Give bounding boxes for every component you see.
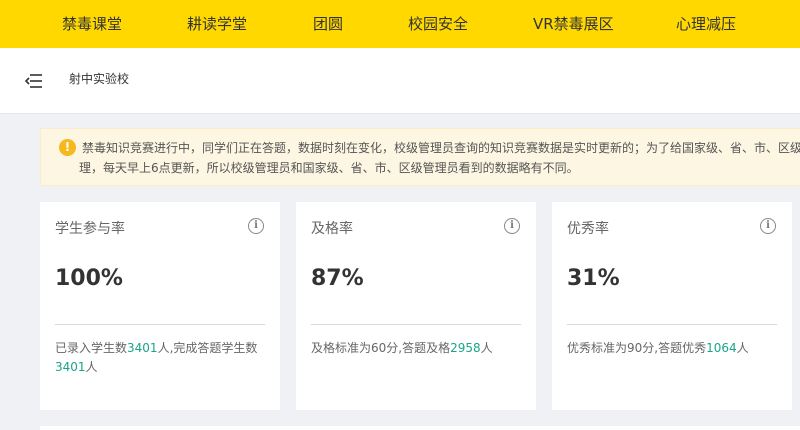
card-value: 87% <box>311 266 364 291</box>
pass-rate-card: 及格率 i 87% 及格标准为60分,答题及格2958人 <box>296 202 536 410</box>
sub-header: 射中实验校 <box>0 48 800 114</box>
divider <box>311 324 521 325</box>
desc-text: 人 <box>736 341 749 355</box>
card-description: 优秀标准为90分,答题优秀1064人 <box>567 339 785 358</box>
nav-item-stress-relief[interactable]: 心理减压 <box>676 0 736 48</box>
desc-count: 1064 <box>706 341 737 355</box>
desc-text: 优秀标准为90分,答题优秀 <box>567 341 707 355</box>
card-description: 已录入学生数3401人,完成答题学生数3401人 <box>55 339 273 377</box>
excellent-rate-card: 优秀率 i 31% 优秀标准为90分,答题优秀1064人 <box>552 202 792 410</box>
notice-text: 禁毒知识竞赛进行中，同学们正在答题，数据时刻在变化，校级管理员查询的知识竞赛数据… <box>79 138 800 178</box>
info-icon[interactable]: i <box>760 218 776 234</box>
nav-item-campus-safety[interactable]: 校园安全 <box>408 0 468 48</box>
nav-item-farming-reading[interactable]: 耕读学堂 <box>187 0 247 48</box>
menu-collapse-icon[interactable] <box>25 72 43 90</box>
info-icon[interactable]: i <box>504 218 520 234</box>
desc-count: 3401 <box>127 341 158 355</box>
notice-line-1: 禁毒知识竞赛进行中，同学们正在答题，数据时刻在变化，校级管理员查询的知识竞赛数据… <box>82 141 800 155</box>
participation-card: 学生参与率 i 100% 已录入学生数3401人,完成答题学生数3401人 <box>40 202 280 410</box>
next-panel-edge <box>40 426 800 430</box>
card-title: 学生参与率 <box>55 221 125 237</box>
card-description: 及格标准为60分,答题及格2958人 <box>311 339 529 358</box>
nav-item-drug-class[interactable]: 禁毒课堂 <box>62 0 122 48</box>
card-value: 100% <box>55 266 123 291</box>
desc-count: 3401 <box>55 360 86 374</box>
card-value: 31% <box>567 266 620 291</box>
warning-icon: ! <box>59 139 76 156</box>
top-nav-bar: 禁毒课堂 耕读学堂 团圆 校园安全 VR禁毒展区 心理减压 <box>0 0 800 48</box>
nav-item-reunion[interactable]: 团圆 <box>313 0 343 48</box>
card-title: 及格率 <box>311 221 353 237</box>
divider <box>55 324 265 325</box>
desc-count: 2958 <box>450 341 481 355</box>
notice-banner: ! 禁毒知识竞赛进行中，同学们正在答题，数据时刻在变化，校级管理员查询的知识竞赛… <box>40 128 800 186</box>
desc-text: 已录入学生数 <box>55 341 128 355</box>
info-icon[interactable]: i <box>248 218 264 234</box>
nav-item-vr-exhibit[interactable]: VR禁毒展区 <box>533 0 614 48</box>
desc-text: 及格标准为60分,答题及格 <box>311 341 451 355</box>
notice-line-2: 理，每天早上6点更新，所以校级管理员和国家级、省、市、区级管理员看到的数据略有不… <box>79 161 579 175</box>
desc-text: 人 <box>85 360 98 374</box>
desc-text: 人,完成答题学生数 <box>157 341 258 355</box>
school-name: 射中实验校 <box>69 72 130 86</box>
desc-text: 人 <box>480 341 493 355</box>
card-title: 优秀率 <box>567 221 609 237</box>
divider <box>567 324 777 325</box>
